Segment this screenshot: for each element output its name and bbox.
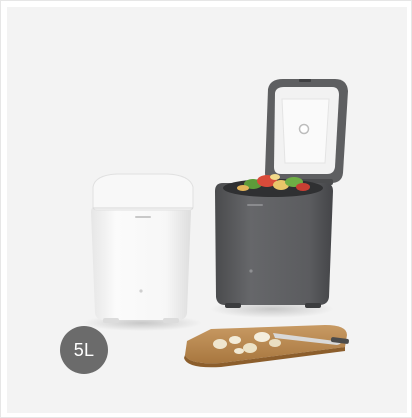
- white-composter: [91, 173, 194, 323]
- product-image-card[interactable]: 5L: [0, 0, 412, 418]
- cutting-board: [184, 325, 349, 368]
- capacity-badge: 5L: [60, 326, 108, 374]
- dark-composter: [215, 79, 348, 308]
- capacity-badge-label: 5L: [73, 339, 95, 360]
